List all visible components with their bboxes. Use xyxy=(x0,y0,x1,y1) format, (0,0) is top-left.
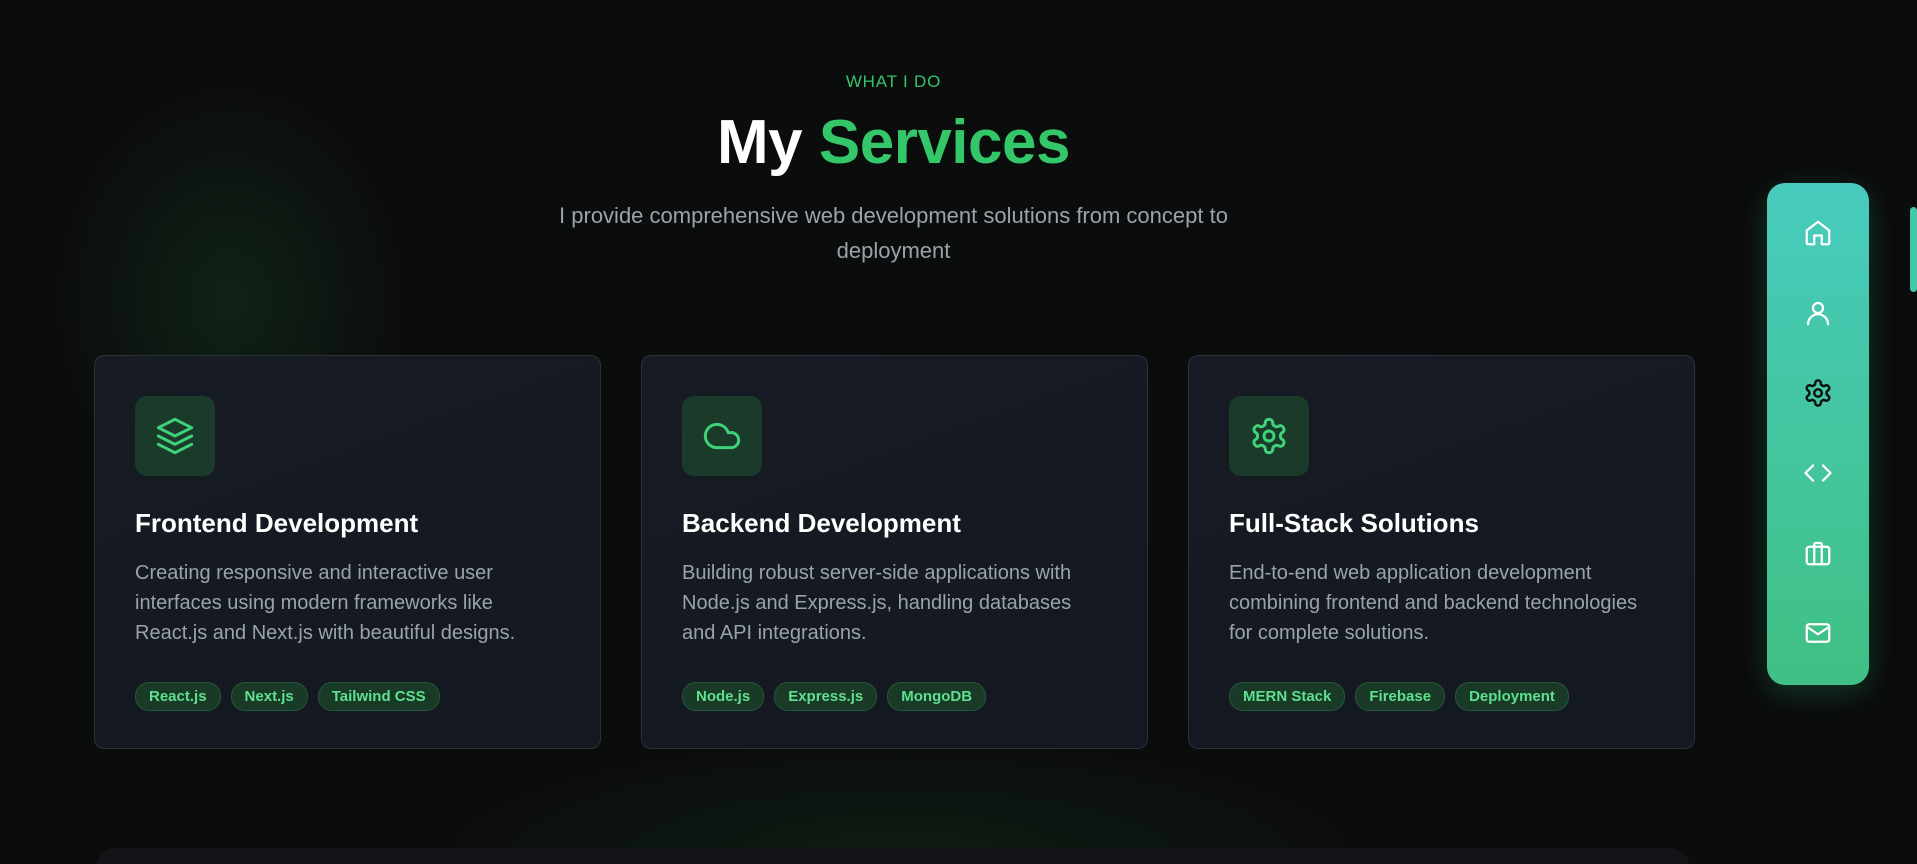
tag-badge: Tailwind CSS xyxy=(317,682,440,711)
cloud-icon xyxy=(703,422,741,450)
service-description: Building robust server-side applications… xyxy=(682,562,1072,644)
code-icon xyxy=(1804,464,1832,482)
layers-icon xyxy=(156,417,194,455)
gear-icon xyxy=(1805,379,1831,407)
service-tags: Node.js Express.js MongoDB xyxy=(682,682,987,711)
nav-about-button[interactable] xyxy=(1792,287,1844,339)
nav-contact-button[interactable] xyxy=(1792,607,1844,659)
service-title: Full-Stack Solutions xyxy=(1229,508,1479,538)
services-grid: Frontend Development Creating responsive… xyxy=(94,355,1695,749)
service-icon-box xyxy=(1229,396,1309,476)
nav-projects-button[interactable] xyxy=(1792,447,1844,499)
nav-experience-button[interactable] xyxy=(1792,527,1844,579)
service-title: Frontend Development xyxy=(135,508,419,538)
gear-icon xyxy=(1252,417,1286,455)
service-description: Creating responsive and interactive user… xyxy=(135,562,516,644)
tag-badge: Next.js xyxy=(230,682,308,711)
nav-services-button[interactable] xyxy=(1792,367,1844,419)
service-icon-box xyxy=(682,396,762,476)
scrollbar-thumb[interactable] xyxy=(1910,207,1917,292)
user-icon xyxy=(1806,301,1830,326)
service-card-backend: Backend Development Building robust serv… xyxy=(641,355,1148,749)
service-title: Backend Development xyxy=(682,508,961,538)
section-subtitle: I provide comprehensive web development … xyxy=(559,203,1228,263)
tag-badge: Firebase xyxy=(1355,682,1446,711)
tag-badge: MERN Stack xyxy=(1229,682,1346,711)
tag-badge: MongoDB xyxy=(887,682,987,711)
briefcase-icon xyxy=(1805,541,1831,566)
service-description: End-to-end web application development c… xyxy=(1229,562,1638,644)
title-main: My xyxy=(717,108,819,177)
nav-home-button[interactable] xyxy=(1792,207,1844,259)
tag-badge: React.js xyxy=(135,682,221,711)
service-card-fullstack: Full-Stack Solutions End-to-end web appl… xyxy=(1188,355,1695,749)
services-header: WHAT I DO My Services I provide comprehe… xyxy=(0,70,1787,268)
section-title: My Services xyxy=(0,106,1787,180)
home-icon xyxy=(1805,220,1831,246)
tag-badge: Node.js xyxy=(682,682,765,711)
service-tags: React.js Next.js Tailwind CSS xyxy=(135,682,440,711)
tag-badge: Express.js xyxy=(774,682,878,711)
tag-badge: Deployment xyxy=(1455,682,1569,711)
next-section-panel xyxy=(96,848,1690,864)
service-card-frontend: Frontend Development Creating responsive… xyxy=(94,355,601,749)
side-navigation xyxy=(1767,183,1869,685)
service-tags: MERN Stack Firebase Deployment xyxy=(1229,682,1569,711)
service-icon-box xyxy=(135,396,215,476)
services-page: WHAT I DO My Services I provide comprehe… xyxy=(0,0,1917,864)
mail-icon xyxy=(1805,623,1831,643)
title-accent: Services xyxy=(818,108,1071,177)
section-eyebrow: WHAT I DO xyxy=(845,72,942,91)
